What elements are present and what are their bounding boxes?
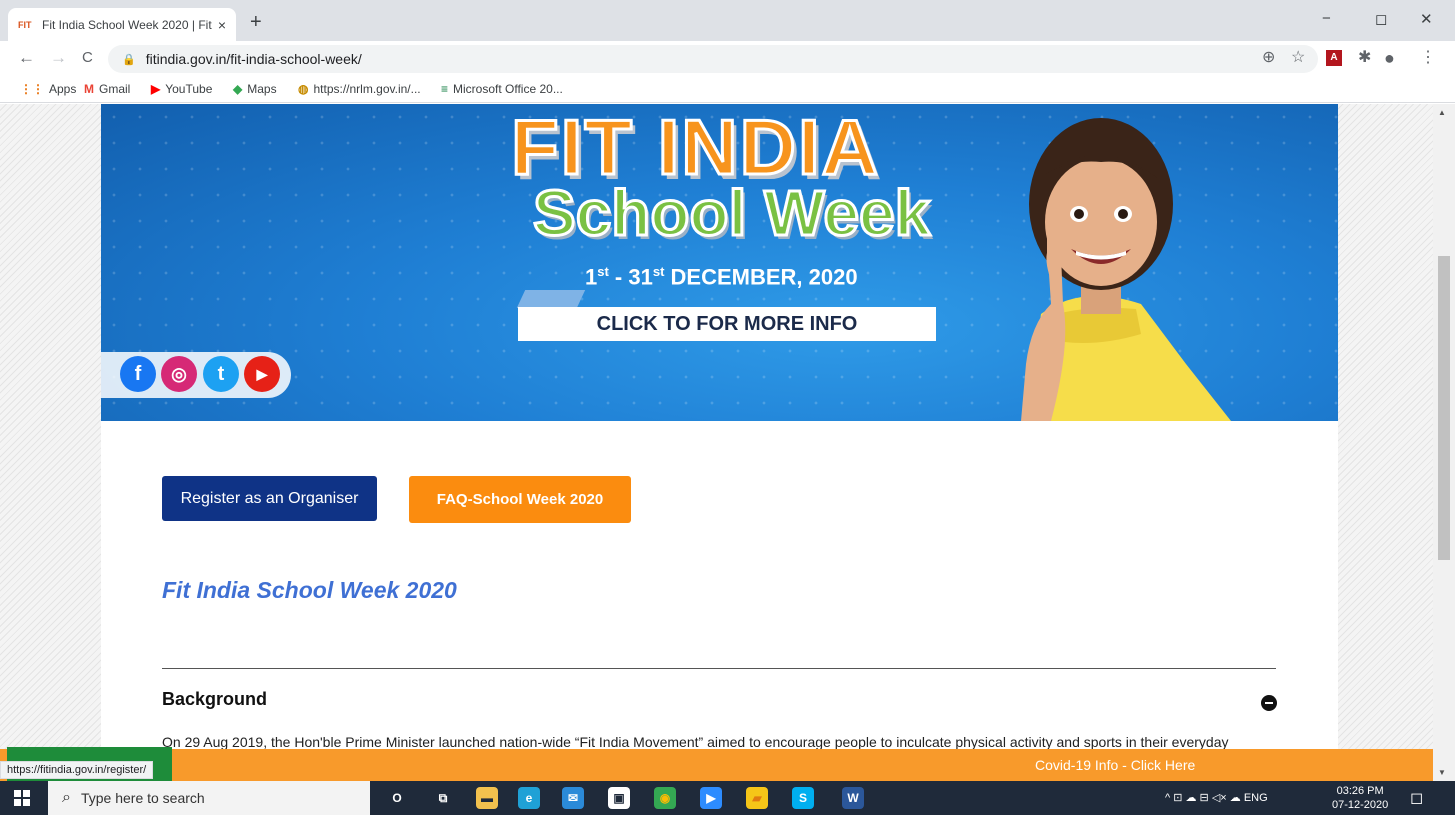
clock-time: 03:26 PM	[1336, 785, 1384, 797]
minimize-button[interactable]: −	[1322, 10, 1331, 27]
bookmark-youtube[interactable]: ▶ YouTube	[151, 82, 212, 96]
youtube-icon: ▶	[151, 82, 161, 96]
date-start: 1	[585, 264, 598, 290]
lock-icon: 🔒	[122, 53, 136, 66]
profile-icon[interactable]: ●	[1384, 49, 1395, 67]
tab-strip: FIT Fit India School Week 2020 | Fit I ×…	[0, 0, 1455, 41]
task-view-icon[interactable]: ⧉	[432, 787, 454, 809]
file-explorer-icon[interactable]: ▬	[476, 787, 498, 809]
store-icon[interactable]: ▣	[608, 787, 630, 809]
bookmarks-bar: ⋮⋮ Apps M Gmail ▶ YouTube ◆ Maps ◍ https…	[0, 76, 1455, 103]
search-icon: ⌕	[62, 789, 71, 806]
mail-icon[interactable]: ✉	[562, 787, 584, 809]
system-tray[interactable]: ^ ⊡ ☁ ⊟ ◁× ☁ ENG	[1165, 791, 1268, 804]
bookmark-gmail[interactable]: M Gmail	[84, 82, 130, 96]
page-viewport: FIT INDIA School Week 1st - 31st DECEMBE…	[0, 104, 1433, 781]
taskbar-clock[interactable]: 03:26 PM 07-12-2020	[1332, 784, 1388, 812]
bookmark-label: Apps	[49, 82, 77, 96]
bookmark-apps[interactable]: ⋮⋮ Apps	[20, 82, 76, 96]
windows-start-icon[interactable]	[14, 790, 30, 806]
windows-taskbar: ⌕ Type here to search O ⧉ ▬ e ✉ ▣ ◉ ▶ ▰ S W ^ ⊡ ☁ …	[0, 781, 1455, 815]
twitter-icon[interactable]: t	[203, 356, 239, 392]
skype-icon[interactable]: S	[792, 787, 814, 809]
date-start-suffix: st	[597, 264, 609, 279]
cta-accent-shape	[516, 290, 586, 308]
banner-date: 1st - 31st DECEMBER, 2020	[585, 264, 858, 290]
sticky-notes-icon[interactable]: ▰	[746, 787, 768, 809]
bookmark-label: YouTube	[165, 82, 213, 96]
bookmark-label: Microsoft Office 20...	[453, 82, 563, 96]
maximize-button[interactable]: ◻	[1375, 10, 1387, 28]
faq-school-week-button[interactable]: FAQ-School Week 2020	[409, 476, 631, 523]
scroll-thumb[interactable]	[1438, 256, 1450, 560]
chrome-icon[interactable]: ◉	[654, 787, 676, 809]
page-scrollbar[interactable]: ▲ ▼	[1433, 104, 1455, 781]
menu-icon[interactable]: ⋮	[1420, 49, 1436, 67]
register-organiser-button[interactable]: Register as an Organiser	[162, 476, 377, 521]
reload-button[interactable]: C	[82, 49, 93, 67]
date-end-suffix: st	[652, 264, 665, 279]
background-heading[interactable]: Background	[162, 689, 267, 710]
browser-tab-active[interactable]: FIT Fit India School Week 2020 | Fit I ×	[8, 8, 236, 41]
background-paragraph: On 29 Aug 2019, the Hon'ble Prime Minist…	[162, 734, 1229, 750]
bookmark-label: https://nrlm.gov.in/...	[313, 82, 421, 96]
tab-close-icon[interactable]: ×	[218, 17, 226, 33]
page-title: Fit India School Week 2020	[162, 577, 457, 603]
url-text: fitindia.gov.in/fit-india-school-week/	[145, 51, 362, 67]
taskbar-search-box[interactable]: ⌕ Type here to search	[48, 781, 370, 815]
cortana-icon[interactable]: O	[386, 787, 408, 809]
notification-center-icon[interactable]: ◻	[1410, 788, 1423, 808]
extensions-icon[interactable]: ✱	[1358, 49, 1371, 67]
pdf-extension-icon[interactable]: A	[1326, 50, 1342, 66]
school-week-banner[interactable]: FIT INDIA School Week 1st - 31st DECEMBE…	[101, 104, 1338, 421]
divider	[162, 668, 1276, 669]
page-content: FIT INDIA School Week 1st - 31st DECEMBE…	[101, 104, 1338, 781]
bookmark-nrlm[interactable]: ◍ https://nrlm.gov.in/...	[298, 82, 421, 96]
word-icon[interactable]: W	[842, 787, 864, 809]
covid-info-bar[interactable]: Covid-19 Info - Click Here	[0, 749, 1433, 781]
fit-india-favicon-icon: FIT	[18, 19, 32, 30]
clock-date: 07-12-2020	[1332, 799, 1389, 811]
smiling-girl-illustration	[1021, 118, 1231, 421]
back-button[interactable]: ←	[18, 49, 35, 67]
date-month-year: DECEMBER, 2020	[664, 264, 858, 290]
edge-icon[interactable]: e	[518, 787, 540, 809]
browser-toolbar: ← → C 🔒 fitindia.gov.in/fit-india-school…	[0, 41, 1455, 76]
status-url-tooltip: https://fitindia.gov.in/register/	[0, 761, 154, 779]
nrlm-icon: ◍	[298, 82, 309, 96]
address-bar[interactable]: 🔒 fitindia.gov.in/fit-india-school-week/	[108, 45, 1318, 73]
facebook-icon[interactable]: f	[120, 356, 156, 392]
collapse-minus-icon[interactable]	[1261, 695, 1277, 711]
bookmark-office[interactable]: ≡ Microsoft Office 20...	[441, 82, 563, 96]
close-window-button[interactable]: ✕	[1420, 10, 1433, 28]
gmail-icon: M	[84, 82, 94, 96]
bookmark-label: Maps	[247, 82, 277, 96]
youtube-icon[interactable]: ▶	[244, 356, 280, 392]
banner-subtitle: School Week	[531, 176, 931, 251]
apps-grid-icon: ⋮⋮	[20, 82, 44, 96]
bookmark-maps[interactable]: ◆ Maps	[233, 82, 277, 96]
maps-icon: ◆	[233, 82, 243, 96]
new-tab-button[interactable]: +	[250, 12, 262, 32]
zoom-icon[interactable]: ▶	[700, 787, 722, 809]
scroll-down-arrow-icon[interactable]: ▼	[1438, 768, 1446, 777]
forward-button[interactable]: →	[50, 49, 67, 67]
covid-info-link[interactable]: Covid-19 Info - Click Here	[1035, 757, 1195, 773]
bookmark-label: Gmail	[99, 82, 131, 96]
date-end-day: - 31	[608, 264, 653, 290]
search-placeholder: Type here to search	[80, 790, 205, 806]
tab-title: Fit India School Week 2020 | Fit I	[42, 17, 212, 32]
instagram-icon[interactable]: ◎	[161, 356, 197, 392]
bookmark-star-icon[interactable]: ☆	[1291, 49, 1305, 67]
office-icon: ≡	[441, 82, 449, 96]
zoom-icon[interactable]: ⊕	[1262, 49, 1275, 67]
more-info-button[interactable]: CLICK TO FOR MORE INFO	[518, 307, 936, 341]
scroll-up-arrow-icon[interactable]: ▲	[1438, 108, 1446, 117]
